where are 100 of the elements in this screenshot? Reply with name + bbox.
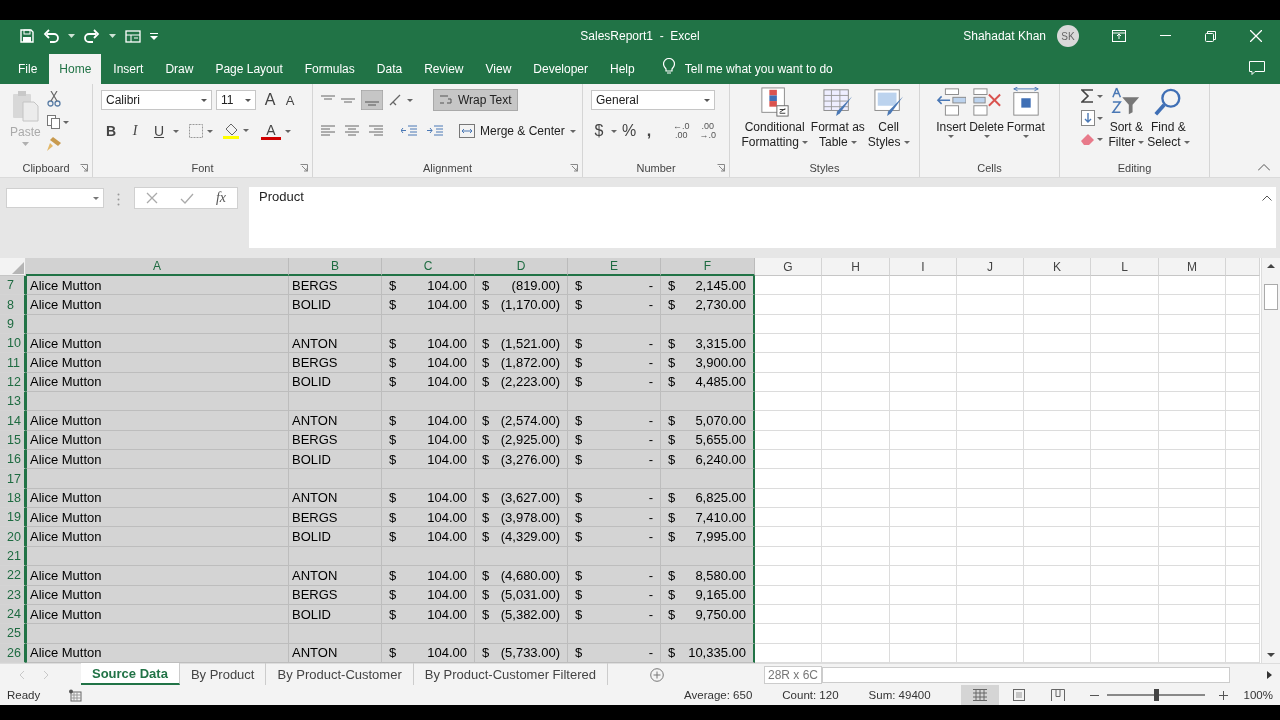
redo-icon[interactable]	[84, 29, 100, 43]
user-avatar[interactable]: SK	[1057, 25, 1079, 47]
row-header[interactable]: 15	[0, 430, 26, 451]
font-name-dropdown[interactable]: Calibri	[101, 90, 212, 110]
eraser-icon[interactable]	[1081, 133, 1104, 145]
row-header[interactable]: 21	[0, 546, 26, 567]
number-format-dropdown[interactable]: General	[591, 90, 715, 110]
customize-icon[interactable]	[150, 32, 158, 40]
collapse-icon[interactable]	[1262, 195, 1272, 201]
lightbulb-icon[interactable]	[662, 58, 675, 75]
bold-button[interactable]: B	[101, 121, 121, 141]
column-header[interactable]: D	[475, 258, 568, 276]
row-header[interactable]: 8	[0, 295, 26, 315]
scissors-icon[interactable]	[46, 91, 61, 107]
column-header[interactable]: M	[1159, 258, 1226, 276]
zoom-in-icon[interactable]	[1218, 690, 1228, 700]
dialog-launcher-icon[interactable]	[80, 164, 88, 172]
editing-button[interactable]: Sort & Filter	[1108, 87, 1145, 159]
sheet-tab[interactable]: Source Data	[81, 663, 180, 685]
ribbon-tab[interactable]: Insert	[103, 54, 154, 84]
row-header[interactable]: 13	[0, 392, 26, 412]
cells-button[interactable]: Format	[1006, 87, 1045, 159]
ribbon-tab[interactable]: Page Layout	[205, 54, 293, 84]
underline-button[interactable]: U	[149, 121, 169, 141]
row-header[interactable]: 11	[0, 353, 26, 373]
column-header[interactable]: G	[755, 258, 822, 276]
column-header[interactable]: L	[1091, 258, 1159, 276]
checkmark-icon[interactable]	[179, 192, 194, 204]
dialog-launcher-icon[interactable]	[717, 164, 725, 172]
decrease-indent-icon[interactable]	[401, 125, 417, 137]
row-header[interactable]: 26	[0, 643, 26, 663]
normal-view-button[interactable]	[960, 685, 999, 705]
copy-icon[interactable]	[46, 115, 69, 129]
column-header[interactable]: K	[1024, 258, 1091, 276]
save-icon[interactable]	[20, 29, 34, 43]
dialog-launcher-icon[interactable]	[300, 164, 308, 172]
styles-button[interactable]: Cell Styles	[867, 87, 910, 159]
column-header[interactable]: A	[26, 258, 289, 276]
cells-button[interactable]: Delete	[969, 87, 1004, 159]
form-icon[interactable]	[125, 29, 141, 43]
borders-icon[interactable]	[189, 124, 213, 138]
dialog-launcher-icon[interactable]	[570, 164, 578, 172]
ribbon-tab[interactable]: View	[475, 54, 522, 84]
drag-handle-icon[interactable]	[117, 193, 120, 206]
increase-indent-icon[interactable]	[427, 125, 443, 137]
row-header[interactable]: 7	[0, 276, 26, 296]
scrollbar-thumb[interactable]	[1264, 284, 1278, 310]
column-header[interactable]: J	[957, 258, 1024, 276]
editing-button[interactable]: Find & Select	[1147, 87, 1190, 159]
row-header[interactable]: 24	[0, 604, 26, 625]
decrease-font-size-button[interactable]: A	[280, 90, 300, 110]
italic-button[interactable]: I	[125, 121, 145, 141]
caret-icon[interactable]	[285, 129, 291, 133]
format-painter-icon[interactable]	[46, 137, 63, 151]
formula-input[interactable]: Product	[249, 187, 1276, 248]
row-header[interactable]: 10	[0, 334, 26, 354]
row-header[interactable]: 14	[0, 411, 26, 431]
column-header[interactable]: H	[822, 258, 890, 276]
undo-icon[interactable]	[43, 29, 59, 43]
ribbon-tab[interactable]: Draw	[155, 54, 204, 84]
ribbon-tab[interactable]: Data	[366, 54, 413, 84]
row-header[interactable]: 20	[0, 527, 26, 547]
caret-icon[interactable]	[68, 34, 75, 38]
row-header[interactable]: 9	[0, 314, 26, 335]
close-icon[interactable]	[1250, 30, 1262, 42]
row-header[interactable]: 16	[0, 450, 26, 470]
macro-record-icon[interactable]	[68, 688, 83, 702]
comma-style-button[interactable]: ,	[641, 121, 657, 141]
insert-function-button[interactable]: fx	[215, 190, 226, 206]
restore-icon[interactable]	[1205, 30, 1216, 42]
minimize-icon[interactable]	[1160, 35, 1171, 37]
tell-me-search[interactable]: Tell me what you want to do	[684, 54, 833, 84]
autosum-icon[interactable]	[1081, 89, 1104, 103]
caret-icon[interactable]	[109, 34, 116, 38]
add-sheet-icon[interactable]	[649, 667, 664, 682]
decimal-button[interactable]: ←.0 .00	[673, 122, 690, 140]
wrap-text-button[interactable]: Wrap Text	[433, 89, 518, 111]
comment-icon[interactable]	[1249, 61, 1265, 75]
percent-button[interactable]: %	[621, 121, 637, 141]
row-header[interactable]: 17	[0, 469, 26, 489]
column-header[interactable]: F	[661, 258, 755, 276]
ribbon-tab[interactable]: Developer	[523, 54, 598, 84]
column-header[interactable]: E	[568, 258, 661, 276]
row-header[interactable]: 22	[0, 566, 26, 586]
column-header[interactable]: I	[890, 258, 957, 276]
fill-color-icon[interactable]	[223, 123, 249, 139]
text-orientation-icon[interactable]	[389, 93, 413, 107]
row-header[interactable]: 19	[0, 508, 26, 528]
ribbon-tab[interactable]: Home	[49, 54, 102, 84]
ribbon-display-icon[interactable]	[1112, 30, 1126, 42]
ribbon-tab[interactable]: File	[8, 54, 48, 84]
ribbon-tab[interactable]: Help	[600, 54, 645, 84]
column-header[interactable]: B	[289, 258, 382, 276]
row-header[interactable]: 12	[0, 372, 26, 393]
increase-font-size-button[interactable]: A	[260, 90, 280, 110]
row-header[interactable]: 18	[0, 488, 26, 509]
ribbon-tab[interactable]: Formulas	[294, 54, 365, 84]
styles-button[interactable]: Format as Table	[810, 87, 865, 159]
styles-button[interactable]: Conditional Formatting	[741, 87, 808, 159]
caret-icon[interactable]	[611, 129, 617, 133]
